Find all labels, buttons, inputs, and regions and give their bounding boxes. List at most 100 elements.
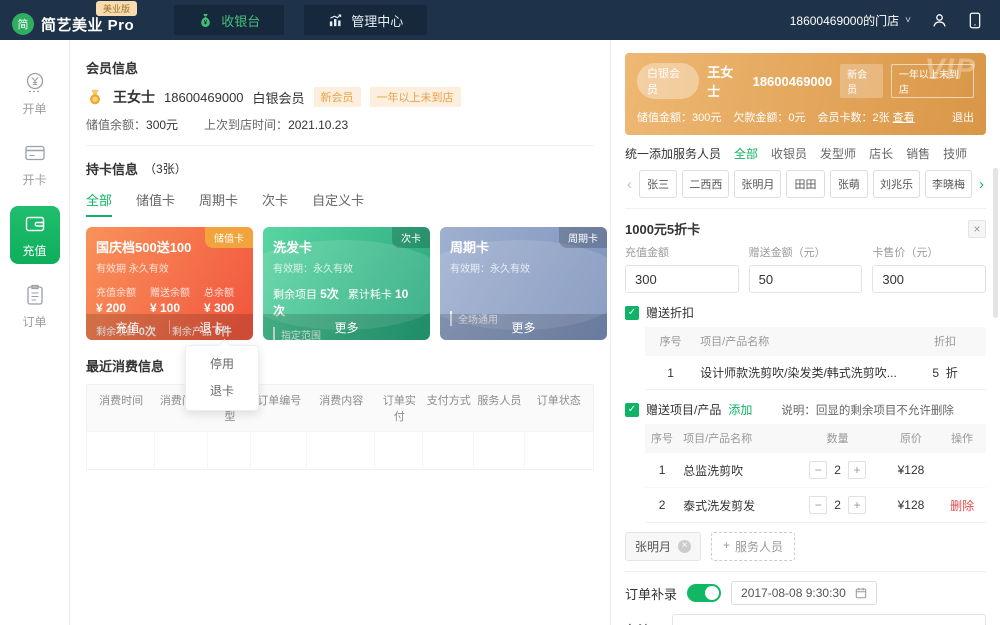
- item-name: 泰式洗发剪发: [683, 498, 756, 513]
- cards-section-header: 持卡信息 （3张）: [86, 159, 594, 178]
- staff-chip[interactable]: 田田: [786, 170, 825, 198]
- table-header-cell: 操作: [951, 433, 974, 445]
- gift-amount-field: 赠送金额（元）: [748, 244, 863, 293]
- filter-technician[interactable]: 技师: [943, 145, 967, 162]
- menu-item-refund[interactable]: 退卡: [186, 378, 258, 405]
- filter-sales[interactable]: 销售: [906, 145, 930, 162]
- recent-consumption-title: 最近消费信息: [86, 359, 165, 374]
- recent-consumption-table: 消费时间 消费门店 订单类型 订单编号 消费内容 订单实付 支付方式 服务人员 …: [86, 384, 594, 470]
- staff-chip[interactable]: 张明月: [734, 170, 782, 198]
- staff-chip[interactable]: 张萌: [829, 170, 868, 198]
- mobile-device-icon[interactable]: [968, 12, 982, 29]
- chips-prev-icon[interactable]: ‹: [625, 176, 634, 193]
- more-button[interactable]: 更多: [263, 319, 430, 336]
- tab-times-cards[interactable]: 次卡: [262, 190, 288, 217]
- view-cards-link[interactable]: 查看: [893, 112, 915, 124]
- note-input[interactable]: [672, 614, 986, 625]
- sidebar-item-orders[interactable]: 订单: [10, 277, 60, 335]
- staff-chip[interactable]: 李晓梅: [924, 170, 972, 198]
- sidebar-label: 开单: [22, 101, 47, 116]
- left-sidebar: 开单 开卡 充值 订单: [0, 40, 70, 625]
- balance-value: 300元: [146, 118, 179, 132]
- staff-chip[interactable]: 张三: [639, 170, 678, 198]
- table-cell: [375, 432, 424, 469]
- card-count-value: 2张: [872, 112, 890, 124]
- filter-manager[interactable]: 店长: [869, 145, 893, 162]
- card-actions: 更多: [440, 314, 607, 340]
- discount-value[interactable]: 5: [932, 366, 939, 380]
- store-name: 18600469000的门店: [789, 13, 900, 28]
- sidebar-label: 订单: [22, 314, 47, 329]
- tab-custom-cards[interactable]: 自定义卡: [312, 190, 364, 217]
- gift-amount-input[interactable]: [748, 265, 863, 293]
- delete-row-link[interactable]: 删除: [938, 489, 986, 522]
- more-button[interactable]: 更多: [440, 319, 607, 336]
- field-label: 卡售价（元）: [872, 247, 939, 259]
- close-icon[interactable]: ×: [968, 219, 986, 238]
- sidebar-item-open-order[interactable]: 开单: [10, 64, 60, 122]
- card-validity: 有效期：永久有效: [273, 264, 353, 275]
- table-cell: [155, 432, 209, 469]
- datetime-picker[interactable]: 2017-08-08 9:30:30: [731, 581, 877, 605]
- remove-staff-icon[interactable]: ×: [678, 540, 692, 553]
- period-card[interactable]: 周期卡 周期卡 有效期：永久有效 全场通用 更多: [440, 227, 607, 340]
- tab-stored-cards[interactable]: 储值卡: [136, 190, 175, 217]
- medal-icon: [86, 88, 104, 106]
- user-icon[interactable]: [931, 12, 948, 29]
- card-price-input[interactable]: [872, 265, 987, 293]
- vip-member-phone: 18600469000: [752, 73, 833, 89]
- wallet-icon: [23, 212, 47, 236]
- store-selector[interactable]: 18600469000的门店 ˅: [790, 12, 911, 29]
- usage-label: 剩余项目: [273, 289, 317, 301]
- add-gift-item-link[interactable]: 添加: [728, 401, 752, 418]
- card-type-tabs: 全部 储值卡 周期卡 次卡 自定义卡: [86, 190, 594, 217]
- quantity-value: 2: [834, 463, 841, 477]
- quantity-stepper: − 2 +: [792, 488, 884, 522]
- staff-chip[interactable]: 二西西: [682, 170, 730, 198]
- backfill-toggle[interactable]: [687, 584, 722, 602]
- plus-icon[interactable]: +: [847, 496, 866, 514]
- tab-period-cards[interactable]: 周期卡: [199, 190, 238, 217]
- panel-scrollbar[interactable]: [993, 168, 998, 318]
- row-index: 1: [658, 463, 666, 477]
- staff-chip[interactable]: 刘兆乐: [872, 170, 920, 198]
- times-card[interactable]: 次卡 洗发卡 有效期：永久有效 剩余项目 5次 累计耗卡 10次 指定范围 更多: [263, 227, 430, 340]
- sidebar-item-open-card[interactable]: 开卡: [10, 135, 60, 193]
- sidebar-item-recharge[interactable]: 充值: [9, 206, 60, 264]
- minus-icon[interactable]: −: [809, 496, 828, 514]
- debt-amount-label: 欠款金额：: [733, 112, 789, 124]
- badge-new-member: 新会员: [313, 87, 361, 107]
- add-staff-button[interactable]: + 服务人员: [711, 532, 796, 561]
- table-header-cell: 原价: [899, 433, 922, 445]
- card-balances: 充值余额 ¥ 200 赠送余额 ¥ 100 总余额 ¥ 300: [96, 284, 243, 315]
- card-validity: 有效期 永久有效: [96, 264, 169, 275]
- recharge-amount-input[interactable]: [625, 265, 739, 293]
- checkbox-checked-icon[interactable]: ✓: [625, 305, 639, 320]
- tab-cashier[interactable]: ¥ 收银台: [174, 5, 285, 35]
- filter-cashier[interactable]: 收银员: [771, 145, 807, 162]
- minus-icon[interactable]: −: [809, 461, 828, 479]
- table-cell: [423, 432, 475, 469]
- card-price-field: 卡售价（元）: [872, 244, 987, 293]
- menu-item-disable[interactable]: 停用: [186, 351, 258, 378]
- recharge-button[interactable]: 充值: [86, 319, 169, 336]
- refund-card-button[interactable]: 退卡: [170, 319, 253, 336]
- chips-next-icon[interactable]: ›: [977, 176, 986, 193]
- plus-icon[interactable]: +: [847, 461, 866, 479]
- checkbox-checked-icon[interactable]: ✓: [625, 402, 639, 417]
- tab-all-cards[interactable]: 全部: [86, 190, 113, 217]
- selected-staff-name: 张明月: [635, 540, 672, 554]
- table-header-cell: 序号: [659, 336, 682, 348]
- card-title: 周期卡: [450, 240, 490, 255]
- discount-table: 序号 项目/产品名称 折扣 1 设计师款洗剪吹/染发类/韩式洗剪吹... 5 折: [645, 327, 986, 390]
- tab-admin-center[interactable]: 管理中心: [304, 5, 428, 35]
- filter-all[interactable]: 全部: [734, 145, 758, 162]
- filter-stylist[interactable]: 发型师: [820, 145, 856, 162]
- card-validity: 有效期：永久有效: [450, 264, 530, 275]
- stored-value-card[interactable]: 储值卡 国庆档500送100 有效期 永久有效 充值余额 ¥ 200 赠送余额 ¥ …: [86, 227, 253, 340]
- item-price: ¥128: [897, 498, 925, 512]
- card-actions: 充值 退卡: [86, 314, 253, 340]
- selected-staff-row: 张明月 × + 服务人员: [625, 532, 986, 572]
- item-name: 设计师款洗剪吹/染发类/韩式洗剪吹...: [700, 366, 897, 380]
- logout-member-button[interactable]: 退出: [952, 109, 974, 125]
